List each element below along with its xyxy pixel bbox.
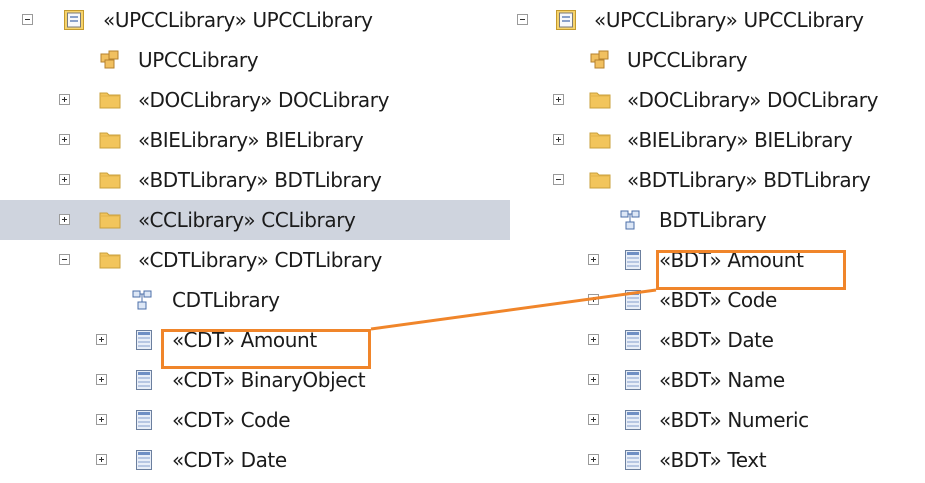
bdt-amount-highlight-box bbox=[656, 250, 846, 290]
tree-node-upcc-diagram[interactable]: UPCCLibrary bbox=[0, 40, 510, 80]
tree-node-cdt-code[interactable]: «CDT» Code bbox=[0, 400, 510, 440]
expand-icon[interactable] bbox=[96, 334, 107, 345]
tree-node-label: «CDT» Code bbox=[172, 408, 291, 432]
library-icon bbox=[556, 10, 576, 30]
folder-icon bbox=[99, 170, 121, 190]
tree-node-upcc-library[interactable]: «UPCCLibrary» UPCCLibrary bbox=[510, 0, 925, 40]
expand-icon[interactable] bbox=[553, 134, 564, 145]
class-icon bbox=[625, 290, 641, 310]
tree-node-label: «BDTLibrary» BDTLibrary bbox=[138, 168, 382, 192]
tree-node-bdt-library[interactable]: «BDTLibrary» BDTLibrary bbox=[510, 160, 925, 200]
tree-node-bdt-name[interactable]: «BDT» Name bbox=[510, 360, 925, 400]
tree-node-bdt-text[interactable]: «BDT» Text bbox=[510, 440, 925, 480]
expand-icon[interactable] bbox=[96, 454, 107, 465]
folder-icon bbox=[589, 130, 611, 150]
expand-icon[interactable] bbox=[96, 374, 107, 385]
expand-icon[interactable] bbox=[59, 174, 70, 185]
expand-icon[interactable] bbox=[588, 334, 599, 345]
tree-node-label: BDTLibrary bbox=[659, 208, 767, 232]
tree-node-label: UPCCLibrary bbox=[138, 48, 259, 72]
tree-node-cdt-date[interactable]: «CDT» Date bbox=[0, 440, 510, 480]
tree-node-bdt-library[interactable]: «BDTLibrary» BDTLibrary bbox=[0, 160, 510, 200]
tree-node-label: «UPCCLibrary» UPCCLibrary bbox=[103, 8, 373, 32]
tree-node-bdt-date[interactable]: «BDT» Date bbox=[510, 320, 925, 360]
tree-node-label: «CDT» BinaryObject bbox=[172, 368, 366, 392]
folder-icon bbox=[589, 170, 611, 190]
collapse-icon[interactable] bbox=[59, 254, 70, 265]
expand-icon[interactable] bbox=[588, 294, 599, 305]
library-icon bbox=[64, 10, 84, 30]
tree-node-label: «BIELibrary» BIELibrary bbox=[138, 128, 364, 152]
folder-icon bbox=[99, 130, 121, 150]
expand-icon[interactable] bbox=[59, 134, 70, 145]
expand-icon[interactable] bbox=[588, 374, 599, 385]
class-icon bbox=[625, 330, 641, 350]
tree-node-label: «CDT» Date bbox=[172, 448, 287, 472]
folder-icon bbox=[99, 250, 121, 270]
tree-node-label: «BDT» Date bbox=[659, 328, 774, 352]
folder-icon bbox=[99, 210, 121, 230]
expand-icon[interactable] bbox=[588, 414, 599, 425]
tree-node-label: «BDTLibrary» BDTLibrary bbox=[627, 168, 871, 192]
tree-node-label: «BDT» Text bbox=[659, 448, 767, 472]
class-icon bbox=[136, 330, 152, 350]
tree-node-label: «BDT» Code bbox=[659, 288, 777, 312]
expand-icon[interactable] bbox=[588, 254, 599, 265]
tree-node-bie-library[interactable]: «BIELibrary» BIELibrary bbox=[510, 120, 925, 160]
class-icon bbox=[625, 410, 641, 430]
expand-icon[interactable] bbox=[59, 94, 70, 105]
tree-node-doc-library[interactable]: «DOCLibrary» DOCLibrary bbox=[510, 80, 925, 120]
tree-node-bdt-numeric[interactable]: «BDT» Numeric bbox=[510, 400, 925, 440]
tree-node-upcc-diagram[interactable]: UPCCLibrary bbox=[510, 40, 925, 80]
collapse-icon[interactable] bbox=[553, 174, 564, 185]
tree-node-bdt-diagram[interactable]: BDTLibrary bbox=[510, 200, 925, 240]
class-icon bbox=[136, 370, 152, 390]
expand-icon[interactable] bbox=[96, 414, 107, 425]
class-icon bbox=[625, 450, 641, 470]
package-diagram-icon bbox=[590, 50, 610, 70]
collapse-icon[interactable] bbox=[22, 14, 33, 25]
tree-node-label: «DOCLibrary» DOCLibrary bbox=[138, 88, 390, 112]
class-icon bbox=[625, 370, 641, 390]
tree-node-upcc-library[interactable]: «UPCCLibrary» UPCCLibrary bbox=[0, 0, 510, 40]
folder-icon bbox=[99, 90, 121, 110]
package-diagram-icon bbox=[100, 50, 120, 70]
tree-node-label: «BDT» Numeric bbox=[659, 408, 809, 432]
tree-node-label: «DOCLibrary» DOCLibrary bbox=[627, 88, 879, 112]
right-project-tree: «UPCCLibrary» UPCCLibrary UPCCLibrary «D… bbox=[510, 0, 925, 480]
expand-icon[interactable] bbox=[59, 214, 70, 225]
tree-node-cdt-diagram[interactable]: CDTLibrary bbox=[0, 280, 510, 320]
class-diagram-icon bbox=[132, 290, 152, 310]
expand-icon[interactable] bbox=[553, 94, 564, 105]
collapse-icon[interactable] bbox=[517, 14, 528, 25]
cdt-amount-highlight-box bbox=[161, 329, 371, 369]
tree-node-label: «BIELibrary» BIELibrary bbox=[627, 128, 853, 152]
tree-node-cdt-library[interactable]: «CDTLibrary» CDTLibrary bbox=[0, 240, 510, 280]
class-diagram-icon bbox=[620, 210, 640, 230]
tree-node-label: UPCCLibrary bbox=[627, 48, 748, 72]
left-project-tree: «UPCCLibrary» UPCCLibrary UPCCLibrary «D… bbox=[0, 0, 510, 480]
tree-node-label: «CCLibrary» CCLibrary bbox=[138, 208, 356, 232]
tree-node-label: CDTLibrary bbox=[172, 288, 280, 312]
tree-node-label: «BDT» Name bbox=[659, 368, 785, 392]
tree-node-label: «UPCCLibrary» UPCCLibrary bbox=[594, 8, 864, 32]
tree-node-label: «CDTLibrary» CDTLibrary bbox=[138, 248, 382, 272]
class-icon bbox=[136, 450, 152, 470]
class-icon bbox=[136, 410, 152, 430]
tree-node-bie-library[interactable]: «BIELibrary» BIELibrary bbox=[0, 120, 510, 160]
tree-node-cc-library[interactable]: «CCLibrary» CCLibrary bbox=[0, 200, 510, 240]
expand-icon[interactable] bbox=[588, 454, 599, 465]
class-icon bbox=[625, 250, 641, 270]
folder-icon bbox=[589, 90, 611, 110]
tree-node-doc-library[interactable]: «DOCLibrary» DOCLibrary bbox=[0, 80, 510, 120]
